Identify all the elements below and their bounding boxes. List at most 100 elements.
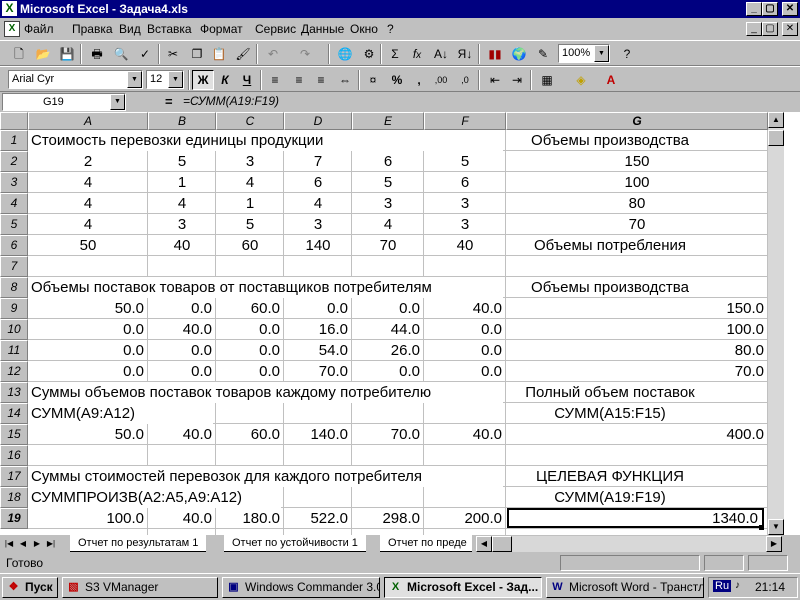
cell-a14[interactable]: СУММ(A9:A12) bbox=[28, 403, 213, 424]
save-icon[interactable]: 💾 bbox=[56, 44, 78, 64]
cell-g5[interactable]: 70 bbox=[506, 214, 768, 235]
redo-icon[interactable]: ↷ bbox=[294, 44, 316, 64]
cell-c2[interactable]: 3 bbox=[216, 151, 284, 172]
cell-a9[interactable]: 50.0 bbox=[28, 298, 148, 319]
cell-c9[interactable]: 60.0 bbox=[216, 298, 284, 319]
chevron-down-icon[interactable]: ▼ bbox=[127, 71, 142, 88]
merge-center-icon[interactable]: ⇔ bbox=[334, 70, 356, 90]
cell-e5[interactable]: 4 bbox=[352, 214, 424, 235]
cell-f12[interactable]: 0.0 bbox=[424, 361, 506, 382]
sort-descending-icon[interactable]: Я↓ bbox=[454, 44, 476, 64]
cell-d15[interactable]: 140.0 bbox=[284, 424, 352, 445]
task-windows-commander[interactable]: ▣ Windows Commander 3.0... bbox=[222, 577, 380, 598]
cell-g12[interactable]: 70.0 bbox=[506, 361, 768, 382]
cell-c19[interactable]: 180.0 bbox=[216, 508, 284, 529]
cell-c15[interactable]: 60.0 bbox=[216, 424, 284, 445]
menu-insert[interactable]: Вставка bbox=[147, 22, 192, 36]
cell-b5[interactable]: 3 bbox=[148, 214, 216, 235]
zoom-select[interactable]: 100% ▼ bbox=[558, 44, 610, 63]
row-header[interactable]: 14 bbox=[0, 403, 28, 424]
row-header[interactable]: 12 bbox=[0, 361, 28, 382]
h-scroll-thumb[interactable] bbox=[492, 536, 512, 552]
italic-icon[interactable]: К bbox=[214, 70, 236, 90]
cell-e19[interactable]: 298.0 bbox=[352, 508, 424, 529]
undo-icon[interactable]: ↶ bbox=[262, 44, 284, 64]
row-header[interactable]: 16 bbox=[0, 445, 28, 466]
row-header[interactable]: 15 bbox=[0, 424, 28, 445]
chevron-down-icon[interactable]: ▼ bbox=[110, 94, 125, 110]
cell-d2[interactable]: 7 bbox=[284, 151, 352, 172]
spreadsheet-grid[interactable]: A B C D E F G 1 2 3 4 5 6 7 8 9 10 11 12… bbox=[0, 112, 800, 535]
row-header[interactable]: 3 bbox=[0, 172, 28, 193]
cell-a8-title[interactable]: Объемы поставок товаров от поставщиков п… bbox=[28, 277, 503, 298]
cell-b15[interactable]: 40.0 bbox=[148, 424, 216, 445]
cell-e6[interactable]: 70 bbox=[352, 235, 424, 256]
currency-icon[interactable]: ¤ bbox=[362, 70, 384, 90]
row-header[interactable]: 4 bbox=[0, 193, 28, 214]
cell-f19[interactable]: 200.0 bbox=[424, 508, 506, 529]
cell-b19[interactable]: 40.0 bbox=[148, 508, 216, 529]
column-header-b[interactable]: B bbox=[148, 112, 216, 130]
font-size-select[interactable]: 12 ▼ bbox=[146, 70, 184, 89]
percent-icon[interactable]: % bbox=[386, 70, 408, 90]
vertical-scrollbar[interactable]: ▲ ▼ bbox=[768, 112, 784, 535]
print-icon[interactable]: 🖶 bbox=[86, 44, 108, 64]
comma-style-icon[interactable]: , bbox=[408, 70, 430, 90]
row-header[interactable]: 7 bbox=[0, 256, 28, 277]
column-header-g[interactable]: G bbox=[506, 112, 768, 130]
cell-a10[interactable]: 0.0 bbox=[28, 319, 148, 340]
minimize-button[interactable]: _ bbox=[746, 2, 762, 16]
column-header-a[interactable]: A bbox=[28, 112, 148, 130]
paste-icon[interactable]: 📋 bbox=[208, 44, 230, 64]
font-select[interactable]: Arial Cyr ▼ bbox=[8, 70, 143, 89]
cell-f6[interactable]: 40 bbox=[424, 235, 506, 256]
row-header[interactable]: 11 bbox=[0, 340, 28, 361]
cell-a12[interactable]: 0.0 bbox=[28, 361, 148, 382]
copy-icon[interactable]: ❐ bbox=[186, 44, 208, 64]
cell-b12[interactable]: 0.0 bbox=[148, 361, 216, 382]
scroll-right-icon[interactable]: ▶ bbox=[766, 536, 782, 552]
cell-a6[interactable]: 50 bbox=[28, 235, 148, 256]
cell-g15[interactable]: 400.0 bbox=[506, 424, 768, 445]
chevron-down-icon[interactable]: ▼ bbox=[168, 71, 183, 88]
scroll-down-icon[interactable]: ▼ bbox=[768, 519, 784, 535]
cell-b2[interactable]: 5 bbox=[148, 151, 216, 172]
task-excel[interactable]: X Microsoft Excel - Зад... bbox=[384, 577, 542, 598]
cell-d6[interactable]: 140 bbox=[284, 235, 352, 256]
cell-a3[interactable]: 4 bbox=[28, 172, 148, 193]
column-header-f[interactable]: F bbox=[424, 112, 506, 130]
drawing-icon[interactable]: ✎ bbox=[532, 44, 554, 64]
row-header[interactable]: 1 bbox=[0, 130, 28, 151]
cell-f4[interactable]: 3 bbox=[424, 193, 506, 214]
cell-a11[interactable]: 0.0 bbox=[28, 340, 148, 361]
bold-icon[interactable]: Ж bbox=[192, 70, 214, 90]
cell-a5[interactable]: 4 bbox=[28, 214, 148, 235]
horizontal-scrollbar[interactable]: ◀ ▶ bbox=[476, 536, 782, 552]
cell-b6[interactable]: 40 bbox=[148, 235, 216, 256]
office-assistant-icon[interactable]: ? bbox=[616, 44, 638, 64]
last-sheet-icon[interactable]: ▶| bbox=[44, 536, 58, 551]
autosum-icon[interactable]: Σ bbox=[384, 44, 406, 64]
cell-g10[interactable]: 100.0 bbox=[506, 319, 768, 340]
map-icon[interactable]: 🌍 bbox=[508, 44, 530, 64]
doc-minimize-button[interactable]: _ bbox=[746, 22, 762, 36]
column-header-d[interactable]: D bbox=[284, 112, 352, 130]
scroll-left-icon[interactable]: ◀ bbox=[476, 536, 492, 552]
cell-f11[interactable]: 0.0 bbox=[424, 340, 506, 361]
cell-g6[interactable]: Объемы потребления bbox=[506, 235, 714, 256]
prev-sheet-icon[interactable]: ◀ bbox=[16, 536, 30, 551]
cell-f15[interactable]: 40.0 bbox=[424, 424, 506, 445]
row-header[interactable]: 13 bbox=[0, 382, 28, 403]
menu-tools[interactable]: Сервис bbox=[255, 22, 296, 36]
document-icon[interactable]: X bbox=[4, 21, 20, 37]
cell-a18[interactable]: СУММПРОИЗВ(A2:A5,A9:A12) bbox=[28, 487, 281, 508]
cell-g18[interactable]: СУММ(A19:F19) bbox=[506, 487, 714, 508]
cell-a17-title[interactable]: Суммы стоимостей перевозок для каждого п… bbox=[28, 466, 503, 487]
align-right-icon[interactable]: ≡ bbox=[310, 70, 332, 90]
column-header-c[interactable]: C bbox=[216, 112, 284, 130]
scroll-up-icon[interactable]: ▲ bbox=[768, 112, 784, 128]
maximize-button[interactable]: ▢ bbox=[762, 2, 778, 16]
formula-input[interactable]: =СУММ(A19:F19) bbox=[183, 94, 279, 108]
cell-c12[interactable]: 0.0 bbox=[216, 361, 284, 382]
cell-f3[interactable]: 6 bbox=[424, 172, 506, 193]
